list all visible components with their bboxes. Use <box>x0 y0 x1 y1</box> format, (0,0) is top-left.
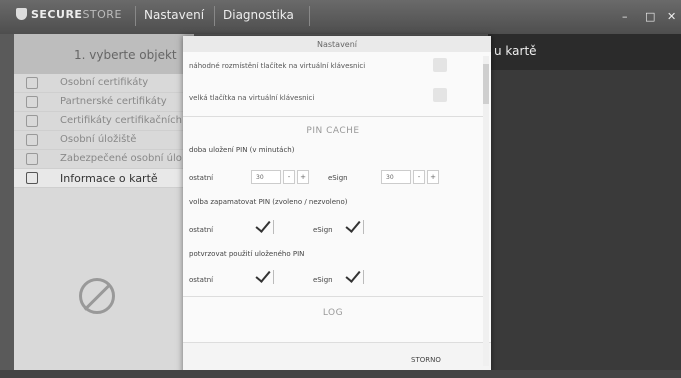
duration-other-label: ostatní <box>189 174 214 182</box>
nav-item-label: Osobní úložiště <box>60 134 137 145</box>
divider <box>363 270 364 284</box>
big-keys-label: velká tlačítka na virtuální klávesnici <box>189 94 315 102</box>
menu-settings[interactable]: Nastavení <box>135 6 212 26</box>
app-logo: SECURESTORE <box>16 8 122 21</box>
nav-item-authority-certificates[interactable]: Certifikáty certifikačních <box>14 112 194 131</box>
divider <box>363 220 364 234</box>
duration-other-input[interactable]: 30 <box>251 170 281 184</box>
confirm-other-label: ostatní <box>189 276 214 284</box>
app-window: SECURESTORE Nastavení Diagnostika – □ ✕ … <box>0 0 681 378</box>
partner-certificate-icon <box>26 96 38 108</box>
title-bar: SECURESTORE Nastavení Diagnostika – □ ✕ <box>0 0 681 34</box>
nav-item-label: Certifikáty certifikačních <box>60 115 182 126</box>
nav-item-label: Informace o kartě <box>60 172 158 185</box>
detail-header: u kartě <box>488 34 681 70</box>
log-title: LOG <box>322 308 344 318</box>
secure-storage-icon <box>26 153 38 165</box>
remember-pin-label: volba zapamatovat PIN (zvoleno / nezvole… <box>189 198 348 206</box>
folder-icon <box>26 134 38 146</box>
remember-other-label: ostatní <box>189 226 214 234</box>
storno-button[interactable]: STORNO <box>411 356 441 364</box>
duration-esign-label: eSign <box>328 174 348 182</box>
card-info-icon <box>26 172 38 184</box>
nav-item-partner-certificates[interactable]: Partnerské certifikáty <box>14 93 194 112</box>
duration-other-minus[interactable]: - <box>283 170 295 184</box>
duration-esign-input[interactable]: 30 <box>381 170 411 184</box>
duration-esign-minus[interactable]: - <box>413 170 425 184</box>
remember-esign-checkbox[interactable] <box>345 220 359 234</box>
authority-certificate-icon <box>26 115 38 127</box>
detail-area <box>488 70 681 370</box>
confirm-pin-label: potvrzovat použití uloženého PIN <box>189 250 305 258</box>
divider <box>273 270 274 284</box>
remember-other-checkbox[interactable] <box>255 220 269 234</box>
random-keys-toggle[interactable] <box>433 58 447 72</box>
duration-esign-plus[interactable]: + <box>427 170 439 184</box>
confirm-esign-checkbox[interactable] <box>345 270 359 284</box>
menu-diagnostics[interactable]: Diagnostika <box>214 6 310 26</box>
nav-item-secure-storage[interactable]: Zabezpečené osobní úlo <box>14 150 194 169</box>
object-panel-header: 1. vyberte objekt <box>14 34 194 74</box>
object-panel: 1. vyberte objekt Osobní certifikáty Par… <box>14 34 194 370</box>
duration-other-plus[interactable]: + <box>297 170 309 184</box>
settings-dialog: Nastavení náhodné rozmístění tlačítek na… <box>183 36 491 376</box>
divider <box>273 220 274 234</box>
divider <box>183 116 483 117</box>
big-keys-toggle[interactable] <box>433 88 447 102</box>
pin-cache-title: PIN CACHE <box>306 126 360 136</box>
status-bar <box>0 370 681 378</box>
nav-item-label: Osobní certifikáty <box>60 77 149 88</box>
minimize-button[interactable]: – <box>622 10 628 23</box>
nav-item-card-info[interactable]: Informace o kartě <box>14 169 194 188</box>
pin-duration-label: doba uložení PIN (v minutách) <box>189 146 295 154</box>
restore-button[interactable]: □ <box>645 10 655 23</box>
nav-item-label: Zabezpečené osobní úlo <box>60 153 182 164</box>
shield-icon <box>16 8 27 20</box>
no-selection-icon <box>79 278 115 314</box>
certificate-icon <box>26 77 38 89</box>
divider <box>183 296 483 297</box>
dialog-title: Nastavení <box>183 36 491 52</box>
nav-item-personal-certificates[interactable]: Osobní certifikáty <box>14 74 194 93</box>
remember-esign-label: eSign <box>313 226 333 234</box>
nav-item-label: Partnerské certifikáty <box>60 96 167 107</box>
nav-item-personal-storage[interactable]: Osobní úložiště <box>14 131 194 150</box>
close-button[interactable]: ✕ <box>667 10 676 23</box>
random-keys-label: náhodné rozmístění tlačítek na virtuální… <box>189 62 366 70</box>
scrollbar-thumb[interactable] <box>483 64 489 104</box>
confirm-esign-label: eSign <box>313 276 333 284</box>
confirm-other-checkbox[interactable] <box>255 270 269 284</box>
